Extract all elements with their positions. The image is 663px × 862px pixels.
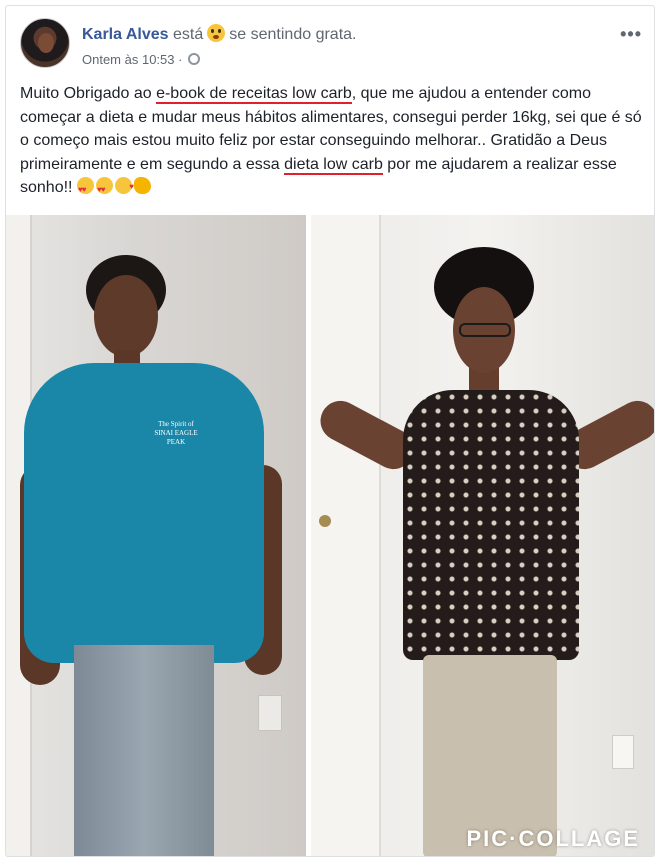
teal-shirt xyxy=(24,363,264,663)
after-photo[interactable]: PIC·COLLAGE xyxy=(311,215,654,856)
post-header: Karla Alves está se sentindo grata. Ontem… xyxy=(20,18,642,78)
avatar-face xyxy=(38,33,54,53)
author-name-link[interactable]: Karla Alves xyxy=(82,26,169,43)
door-knob xyxy=(319,515,331,527)
post-text-part: Muito Obrigado ao xyxy=(20,85,157,102)
more-options-button[interactable]: ••• xyxy=(620,24,642,45)
wall-outlet xyxy=(258,695,282,731)
globe-icon[interactable] xyxy=(188,53,201,65)
head xyxy=(94,275,158,357)
timestamp-link[interactable]: Ontem às 10:53 xyxy=(82,52,175,67)
meta-separator: · xyxy=(178,52,183,67)
highlight-diet: dieta low carb xyxy=(284,155,383,175)
post-meta: Ontem às 10:53 · xyxy=(82,52,201,67)
heart-eyes-emoji-icon xyxy=(95,177,113,202)
wall-outlet xyxy=(612,735,634,769)
avatar[interactable] xyxy=(20,18,70,68)
heart-eyes-emoji-icon xyxy=(76,177,94,202)
shirt-logo: The Spirit of SINAI EAGLE PEAK xyxy=(154,420,198,446)
door-frame xyxy=(311,215,381,856)
muscle-emoji-icon xyxy=(133,177,151,194)
post-text: Muito Obrigado ao e-book de receitas low… xyxy=(20,82,644,202)
author-line: Karla Alves está se sentindo grata. xyxy=(82,24,356,44)
kiss-emoji-icon xyxy=(114,175,134,199)
floral-top xyxy=(403,390,579,660)
feeling-prefix: está xyxy=(173,26,204,43)
before-photo[interactable]: The Spirit of SINAI EAGLE PEAK xyxy=(6,215,306,856)
feeling-text[interactable]: se sentindo grata. xyxy=(229,26,356,43)
jeans xyxy=(74,645,214,856)
post-card: Karla Alves está se sentindo grata. Ontem… xyxy=(5,5,655,857)
pic-collage-watermark: PIC·COLLAGE xyxy=(466,826,640,851)
highlight-ebook: e-book de receitas low carb xyxy=(156,85,352,104)
glasses xyxy=(459,323,511,337)
astonished-emoji-icon xyxy=(207,24,226,42)
